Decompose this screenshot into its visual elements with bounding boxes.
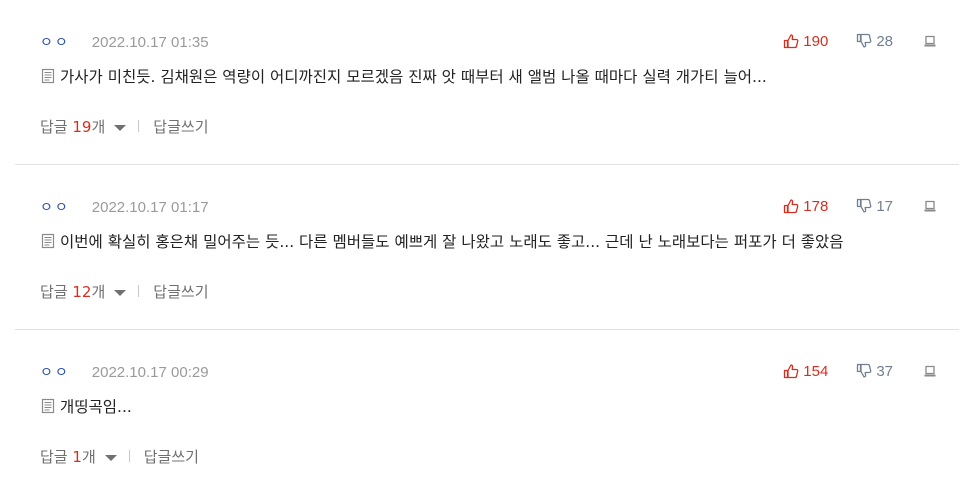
comment-item: ㅇㅇ 2022.10.17 01:35 190 28 가사가 미친듯. 김채원은… [15,0,959,165]
comment-actions: 답글 1개 답글쓰기 [40,446,199,466]
comment-date: 2022.10.17 00:29 [91,363,209,381]
reply-label: 답글 [40,282,68,301]
comment-nickname[interactable]: ㅇㅇ [40,32,70,52]
comment-nickname[interactable]: ㅇㅇ [40,197,70,217]
caret-down-icon[interactable] [104,454,117,461]
write-reply-button[interactable]: 답글쓰기 [153,116,208,137]
reply-toggle[interactable]: 답글 12개 [40,281,105,302]
write-reply-button[interactable]: 답글쓰기 [153,281,208,302]
thumbs-up-icon [784,34,799,49]
thumbs-down-icon [857,33,872,48]
thumbs-down-icon [857,363,872,378]
comment-date: 2022.10.17 01:35 [91,33,209,51]
upvote-count: 154 [803,362,829,380]
reply-count: 1 [72,447,82,466]
reply-toggle[interactable]: 답글 19개 [40,116,105,137]
downvote-count: 17 [876,197,893,215]
write-reply-button[interactable]: 답글쓰기 [144,446,199,467]
memo-icon [40,398,56,414]
comment-body: 가사가 미친듯. 김채원은 역량이 어디까진지 모르겠음 진짜 앗 때부터 새 … [40,64,939,88]
downvote-count: 37 [876,362,893,380]
thumbs-down-icon [857,198,872,213]
caret-down-icon[interactable] [114,289,127,296]
reply-toggle[interactable]: 답글 1개 [40,446,96,467]
reply-unit: 개 [81,447,96,466]
reply-label: 답글 [40,447,68,466]
thumbs-up-icon [784,364,799,379]
comment-date: 2022.10.17 01:17 [91,198,209,216]
comment-actions: 답글 19개 답글쓰기 [40,116,209,136]
comment-text: 이번에 확실히 홍은채 밀어주는 듯... 다른 멤버들도 예쁘게 잘 나왔고 … [60,233,844,251]
downvote-button[interactable]: 37 [856,363,893,380]
upvote-count: 178 [803,197,829,215]
comment-text: 가사가 미친듯. 김채원은 역량이 어디까진지 모르겠음 진짜 앗 때부터 새 … [60,68,767,86]
reply-unit: 개 [91,282,106,301]
divider [128,450,130,462]
memo-icon [40,233,56,249]
comment-item: ㅇㅇ 2022.10.17 01:17 178 17 이번에 확실히 홍은채 밀… [15,165,959,330]
downvote-button[interactable]: 28 [856,33,893,50]
comment-body: 개띵곡임... [40,394,939,418]
comment-votes: 154 37 [783,361,937,381]
downvote-count: 28 [876,32,893,50]
comment-item: ㅇㅇ 2022.10.17 00:29 154 37 개띵곡임... 답글 1개… [15,330,959,490]
thumbs-up-icon [784,199,799,214]
report-icon [924,200,936,212]
comment-meta: ㅇㅇ 2022.10.17 00:29 [40,362,209,382]
report-button[interactable] [923,199,937,213]
divider [138,285,140,297]
upvote-count: 190 [803,32,829,50]
comment-votes: 178 17 [783,196,937,216]
comment-text: 개띵곡임... [60,398,132,416]
comment-nickname[interactable]: ㅇㅇ [40,362,70,382]
upvote-button[interactable]: 154 [783,363,828,380]
reply-unit: 개 [91,117,106,136]
report-icon [924,35,936,47]
downvote-button[interactable]: 17 [856,198,893,215]
report-button[interactable] [923,34,937,48]
caret-down-icon[interactable] [114,124,127,131]
divider [138,120,140,132]
reply-label: 답글 [40,117,68,136]
comment-meta: ㅇㅇ 2022.10.17 01:17 [40,197,209,217]
upvote-button[interactable]: 178 [783,198,828,215]
report-icon [924,365,936,377]
comment-body: 이번에 확실히 홍은채 밀어주는 듯... 다른 멤버들도 예쁘게 잘 나왔고 … [40,229,939,253]
memo-icon [40,68,56,84]
comment-actions: 답글 12개 답글쓰기 [40,281,209,301]
comment-meta: ㅇㅇ 2022.10.17 01:35 [40,32,209,52]
reply-count: 12 [72,282,92,301]
report-button[interactable] [923,364,937,378]
reply-count: 19 [72,117,92,136]
comment-votes: 190 28 [783,31,937,51]
upvote-button[interactable]: 190 [783,33,828,50]
